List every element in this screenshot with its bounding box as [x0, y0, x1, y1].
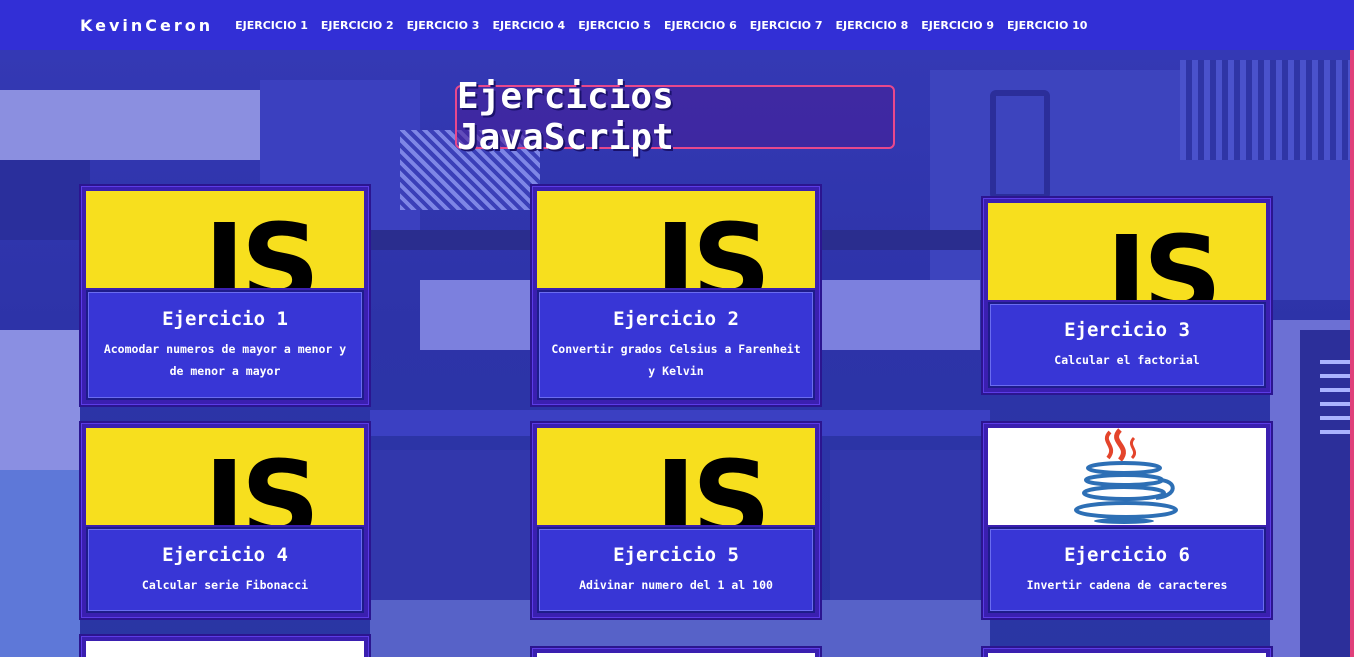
page-title: Ejercicios JavaScript — [457, 76, 674, 158]
nav-link-ejercicio-9[interactable]: EJERCICIO 9 — [921, 19, 994, 32]
card-body: Ejercicio 3 Calcular el factorial — [988, 302, 1266, 388]
nav-link-ejercicio-5[interactable]: EJERCICIO 5 — [578, 19, 651, 32]
page-title-box: Ejercicios JavaScript — [455, 76, 895, 158]
java-logo-image — [988, 428, 1266, 525]
card-title: Ejercicio 1 — [162, 308, 288, 330]
exercise-card-1[interactable]: JS Ejercicio 1 Acomodar numeros de mayor… — [79, 184, 371, 407]
nav-link-ejercicio-7[interactable]: EJERCICIO 7 — [750, 19, 823, 32]
java-cup-icon — [1074, 428, 1178, 524]
nav-link-ejercicio-6[interactable]: EJERCICIO 6 — [664, 19, 737, 32]
js-logo-image: JS — [86, 191, 364, 288]
exercise-card-3[interactable]: JS Ejercicio 3 Calcular el factorial — [981, 196, 1273, 395]
card-description: Convertir grados Celsius a Farenheit y K… — [551, 342, 801, 378]
exercise-card-7-partial[interactable] — [79, 634, 371, 657]
nav-link-ejercicio-3[interactable]: EJERCICIO 3 — [407, 19, 480, 32]
java-logo-image — [86, 641, 364, 657]
card-description: Adivinar numero del 1 al 100 — [579, 578, 773, 592]
card-body: Ejercicio 5 Adivinar numero del 1 al 100 — [537, 527, 815, 613]
js-logo-image: JS — [988, 203, 1266, 300]
navbar: KevinCeron EJERCICIO 1 EJERCICIO 2 EJERC… — [0, 0, 1354, 50]
card-title: Ejercicio 6 — [1064, 544, 1190, 566]
card-body: Ejercicio 2 Convertir grados Celsius a F… — [537, 290, 815, 400]
js-logo-image: JS — [537, 191, 815, 288]
nav-link-ejercicio-2[interactable]: EJERCICIO 2 — [321, 19, 394, 32]
exercise-card-2[interactable]: JS Ejercicio 2 Convertir grados Celsius … — [530, 184, 822, 407]
nav-link-ejercicio-4[interactable]: EJERCICIO 4 — [492, 19, 565, 32]
java-logo-image — [537, 653, 815, 657]
nav-link-ejercicio-10[interactable]: EJERCICIO 10 — [1007, 19, 1087, 32]
exercise-card-5[interactable]: JS Ejercicio 5 Adivinar numero del 1 al … — [530, 421, 822, 620]
exercise-card-9-partial[interactable] — [981, 646, 1273, 657]
exercise-card-4[interactable]: JS Ejercicio 4 Calcular serie Fibonacci — [79, 421, 371, 620]
nav-link-ejercicio-8[interactable]: EJERCICIO 8 — [836, 19, 909, 32]
card-title: Ejercicio 5 — [613, 544, 739, 566]
java-logo-image — [988, 653, 1266, 657]
brand-logo[interactable]: KevinCeron — [80, 16, 213, 35]
nav-link-ejercicio-1[interactable]: EJERCICIO 1 — [235, 19, 308, 32]
card-description: Acomodar numeros de mayor a menor y de m… — [103, 342, 347, 378]
card-description: Calcular el factorial — [1054, 353, 1200, 367]
card-body: Ejercicio 6 Invertir cadena de caractere… — [988, 527, 1266, 613]
card-title: Ejercicio 4 — [162, 544, 288, 566]
nav-links: EJERCICIO 1 EJERCICIO 2 EJERCICIO 3 EJER… — [235, 19, 1087, 32]
card-body: Ejercicio 1 Acomodar numeros de mayor a … — [86, 290, 364, 400]
card-description: Calcular serie Fibonacci — [141, 578, 309, 592]
card-description: Invertir cadena de caracteres — [1026, 578, 1228, 592]
card-title: Ejercicio 3 — [1064, 319, 1190, 341]
js-logo-image: JS — [537, 428, 815, 525]
exercise-card-8-partial[interactable] — [530, 646, 822, 657]
exercise-card-6[interactable]: Ejercicio 6 Invertir cadena de caractere… — [981, 421, 1273, 620]
js-logo-image: JS — [86, 428, 364, 525]
card-body: Ejercicio 4 Calcular serie Fibonacci — [86, 527, 364, 613]
card-title: Ejercicio 2 — [613, 308, 739, 330]
